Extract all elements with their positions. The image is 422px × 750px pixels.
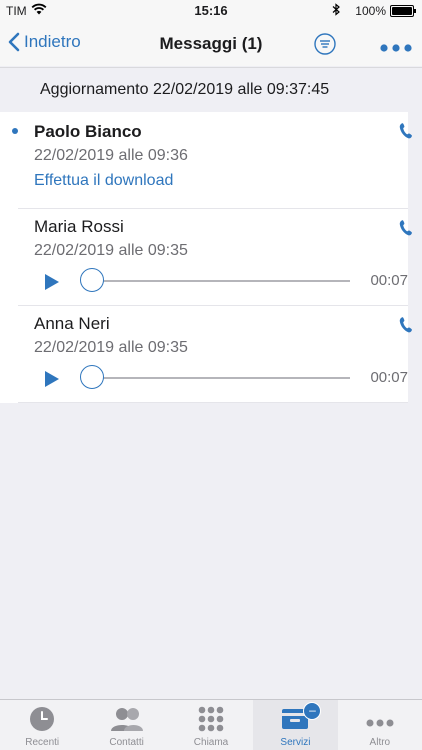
page-title: Messaggi (1) [159, 34, 263, 53]
list-item[interactable]: Maria Rossi 22/02/2019 alle 09:35 00:07 [18, 209, 412, 306]
message-sender: Paolo Bianco [34, 122, 142, 141]
tab-bar: Recenti Contatti Chiama – Servizi Altro [0, 699, 422, 750]
audio-duration: 00:07 [370, 272, 408, 289]
message-sender: Anna Neri [34, 314, 110, 333]
clock-icon [29, 706, 55, 737]
unread-dot [12, 128, 18, 134]
audio-duration: 00:07 [370, 369, 408, 386]
tab-contatti[interactable]: Contatti [84, 700, 168, 750]
download-link[interactable]: Effettua il download [34, 172, 173, 190]
list-item[interactable]: Anna Neri 22/02/2019 alle 09:35 00:07 [18, 306, 412, 403]
update-banner: Aggiornamento 22/02/2019 alle 09:37:45 [0, 67, 422, 111]
audio-player: 00:07 [44, 365, 408, 391]
tab-label: Chiama [193, 737, 229, 748]
notification-badge: – [303, 702, 322, 720]
tab-label: Altro [369, 737, 391, 748]
battery-percentage: 100% [355, 4, 386, 18]
phone-icon[interactable] [398, 316, 414, 339]
keypad-icon [198, 706, 224, 737]
battery-icon [390, 5, 416, 17]
message-date: 22/02/2019 alle 09:35 [34, 242, 188, 259]
audio-scrubber-knob[interactable] [80, 268, 104, 292]
tab-altro[interactable]: Altro [338, 700, 422, 750]
contacts-icon [110, 706, 144, 737]
message-sender: Maria Rossi [34, 217, 124, 236]
bluetooth-icon [332, 3, 340, 19]
play-icon[interactable] [44, 273, 60, 296]
status-bar: TIM 15:16 100% [0, 0, 422, 22]
audio-progress-track[interactable] [84, 280, 350, 282]
tab-label: Servizi [280, 737, 311, 748]
phone-icon[interactable] [398, 219, 414, 242]
more-icon [366, 714, 394, 732]
tab-chiama[interactable]: Chiama [169, 700, 253, 750]
audio-progress-track[interactable] [84, 377, 350, 379]
message-date: 22/02/2019 alle 09:35 [34, 339, 188, 356]
filter-icon[interactable] [314, 33, 336, 60]
tab-recenti[interactable]: Recenti [0, 700, 84, 750]
audio-scrubber-knob[interactable] [80, 365, 104, 389]
tab-label: Recenti [25, 737, 60, 748]
tab-label: Contatti [109, 737, 144, 748]
phone-icon[interactable] [398, 122, 414, 145]
tab-servizi[interactable]: – Servizi [253, 700, 338, 750]
navigation-bar: Indietro Messaggi (1) [0, 22, 422, 66]
audio-player: 00:07 [44, 268, 408, 294]
message-list: Paolo Bianco 22/02/2019 alle 09:36 Effet… [0, 112, 412, 403]
play-icon[interactable] [44, 370, 60, 393]
list-item[interactable]: Paolo Bianco 22/02/2019 alle 09:36 Effet… [12, 112, 412, 209]
message-date: 22/02/2019 alle 09:36 [34, 147, 188, 164]
more-options-icon[interactable] [380, 39, 412, 57]
